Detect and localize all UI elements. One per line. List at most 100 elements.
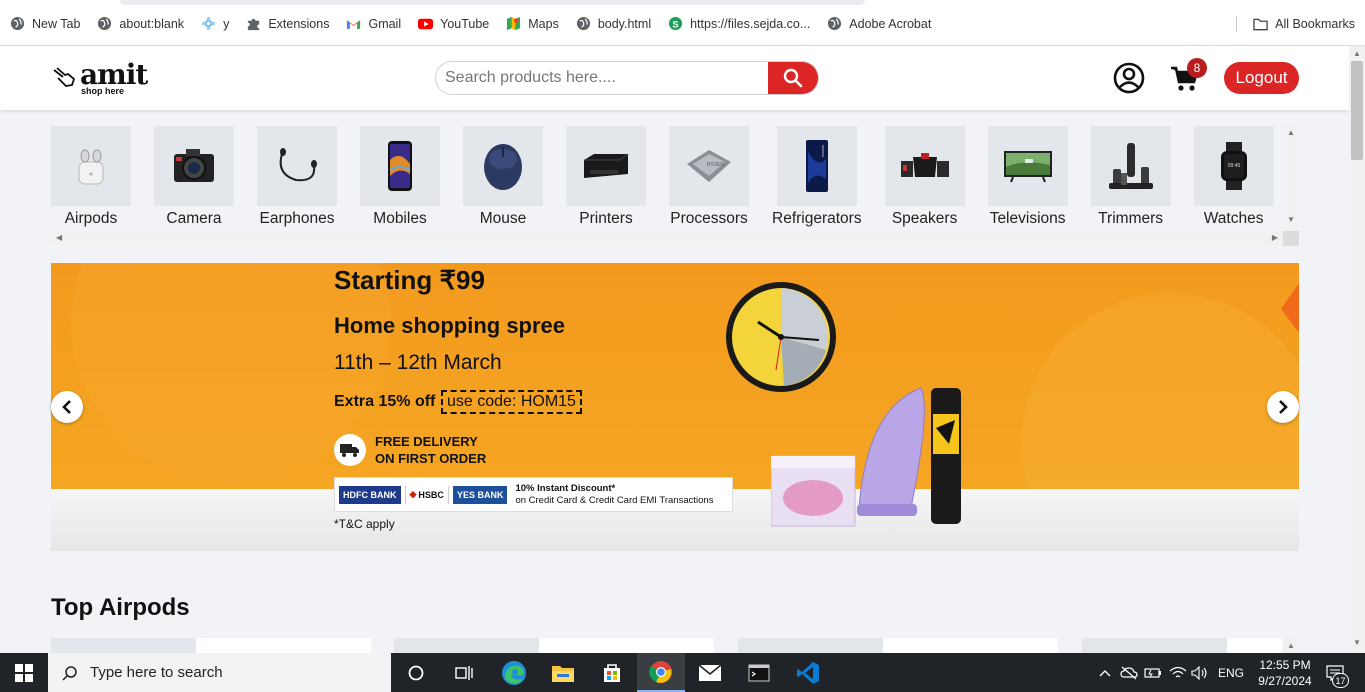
- category-televisions[interactable]: Televisions: [987, 126, 1068, 231]
- logo[interactable]: amit shop here: [52, 58, 152, 98]
- taskbar: ENG 12:55 PM 9/27/2024 17: [0, 653, 1365, 692]
- onedrive-status[interactable]: [1119, 653, 1139, 692]
- product-card[interactable]: [1082, 638, 1282, 653]
- page-scrollbar[interactable]: ▲ ▼: [1349, 46, 1365, 653]
- bookmark-label: Extensions: [268, 16, 330, 31]
- task-view-button[interactable]: [440, 653, 488, 692]
- show-hidden-icons[interactable]: [1096, 653, 1114, 692]
- scroll-down-icon[interactable]: ▼: [1353, 638, 1361, 647]
- carousel-next-button[interactable]: [1267, 391, 1299, 423]
- bookmark-body-html[interactable]: body.html: [576, 16, 651, 31]
- bookmark-label: Adobe Acrobat: [849, 16, 932, 31]
- vscode-app[interactable]: [784, 653, 832, 692]
- category-label: Watches: [1203, 210, 1264, 227]
- folder-icon: [1253, 17, 1268, 32]
- logout-button[interactable]: Logout: [1224, 62, 1299, 94]
- product-image: [51, 638, 196, 653]
- category-label: Earphones: [259, 210, 335, 227]
- section-heading: Top Airpods: [51, 594, 190, 621]
- wifi-status[interactable]: [1168, 653, 1188, 692]
- category-label: Refrigerators: [772, 210, 862, 227]
- category-earphones[interactable]: Earphones: [257, 126, 337, 231]
- bookmark-about-blank[interactable]: about:blank: [97, 16, 184, 31]
- product-row-scrollbar[interactable]: ▲: [1283, 638, 1299, 653]
- all-bookmarks-label: All Bookmarks: [1275, 17, 1355, 31]
- product-card[interactable]: [394, 638, 714, 653]
- category-processors[interactable]: RYZEN Processors: [669, 126, 749, 231]
- gmail-icon: [346, 16, 361, 31]
- category-camera[interactable]: Camera: [154, 126, 234, 231]
- battery-icon: [1144, 667, 1161, 678]
- taskbar-search[interactable]: [48, 653, 391, 692]
- category-trimmers[interactable]: Trimmers: [1090, 126, 1171, 231]
- clock-time: 12:55 PM: [1259, 658, 1311, 672]
- scrollbar-corner: [1283, 231, 1299, 246]
- carousel-prev-button[interactable]: [51, 391, 83, 423]
- promo-banner[interactable]: Starting ₹99 Home shopping spree 11th – …: [51, 263, 1299, 551]
- delivery-truck-icon: [334, 434, 366, 466]
- cortana-button[interactable]: [392, 653, 440, 692]
- scroll-up-icon[interactable]: ▲: [1353, 49, 1361, 58]
- chrome-app[interactable]: [637, 653, 685, 692]
- product-card[interactable]: [51, 638, 371, 653]
- category-strip: Airpods Camera Earphones Mobiles Mouse P…: [51, 126, 1299, 246]
- windows-icon: [15, 663, 33, 682]
- chevron-up-icon: [1099, 669, 1111, 676]
- bookmark-extensions[interactable]: Extensions: [246, 16, 329, 31]
- start-button[interactable]: [0, 653, 48, 692]
- refrigerator-icon: [776, 126, 857, 206]
- edge-icon: [502, 660, 526, 685]
- language-indicator[interactable]: ENG: [1214, 653, 1248, 692]
- product-card[interactable]: [738, 638, 1058, 653]
- banner-coupon-code: use code: HOM15: [441, 390, 582, 414]
- bookmark-adobe-acrobat[interactable]: Adobe Acrobat: [827, 16, 931, 31]
- terminal-app[interactable]: [735, 653, 783, 692]
- bookmark-new-tab[interactable]: New Tab: [10, 16, 80, 31]
- category-label: Mouse: [479, 210, 527, 227]
- file-explorer-app[interactable]: [539, 653, 587, 692]
- category-refrigerators[interactable]: Refrigerators: [772, 126, 862, 231]
- puzzle-icon: [246, 16, 261, 31]
- speaker-volume-icon: [1191, 665, 1207, 680]
- bookmark-label: body.html: [597, 16, 652, 31]
- category-mouse[interactable]: Mouse: [463, 126, 543, 231]
- category-watches[interactable]: 09:45 Watches: [1193, 126, 1274, 231]
- taskbar-search-input[interactable]: [90, 664, 370, 681]
- search-icon: [62, 665, 77, 681]
- search-input[interactable]: [436, 62, 769, 94]
- account-icon[interactable]: [1113, 62, 1145, 94]
- free-delivery-line-2: ON FIRST ORDER: [375, 451, 487, 466]
- bank-discount-line-2: on Credit Card & Credit Card EMI Transac…: [515, 494, 714, 506]
- clock-date: 9/27/2024: [1258, 674, 1312, 688]
- scroll-left-icon[interactable]: ◀: [56, 233, 62, 242]
- category-mobiles[interactable]: Mobiles: [360, 126, 440, 231]
- bookmark-y[interactable]: y: [201, 16, 229, 31]
- category-horizontal-scrollbar[interactable]: ◀ ▶: [51, 231, 1283, 246]
- bookmark-youtube[interactable]: YouTube: [418, 16, 489, 31]
- bookmark-sejda[interactable]: S https://files.sejda.co...: [668, 16, 810, 31]
- scroll-right-icon[interactable]: ▶: [1272, 233, 1278, 242]
- all-bookmarks[interactable]: All Bookmarks: [1236, 16, 1355, 32]
- scroll-down-icon[interactable]: ▼: [1287, 215, 1295, 224]
- category-airpods[interactable]: Airpods: [51, 126, 131, 231]
- mail-app[interactable]: [686, 653, 734, 692]
- battery-status[interactable]: [1143, 653, 1163, 692]
- taskbar-clock[interactable]: 12:55 PM 9/27/2024: [1250, 657, 1320, 689]
- bookmark-maps[interactable]: Maps: [506, 16, 559, 31]
- page-scrollbar-thumb[interactable]: [1351, 61, 1363, 160]
- bookmarks-bar: New Tab about:blank y Extensions Gmail Y…: [0, 0, 1365, 46]
- bookmark-label: about:blank: [119, 16, 185, 31]
- scroll-up-icon[interactable]: ▲: [1287, 641, 1295, 650]
- free-delivery-line-1: FREE DELIVERY: [375, 434, 478, 449]
- bookmark-gmail[interactable]: Gmail: [346, 16, 401, 31]
- hsbc-label: HSBC: [418, 489, 444, 500]
- volume-status[interactable]: [1190, 653, 1210, 692]
- search-button[interactable]: [768, 62, 818, 94]
- category-printers[interactable]: Printers: [566, 126, 646, 231]
- store-app[interactable]: [588, 653, 636, 692]
- category-vertical-scrollbar[interactable]: ▲ ▼: [1283, 126, 1299, 231]
- scroll-up-icon[interactable]: ▲: [1287, 128, 1295, 137]
- category-speakers[interactable]: Speakers: [884, 126, 965, 231]
- bank-discount-text: 10% Instant Discount* on Credit Card & C…: [515, 483, 713, 507]
- edge-app[interactable]: [490, 653, 538, 692]
